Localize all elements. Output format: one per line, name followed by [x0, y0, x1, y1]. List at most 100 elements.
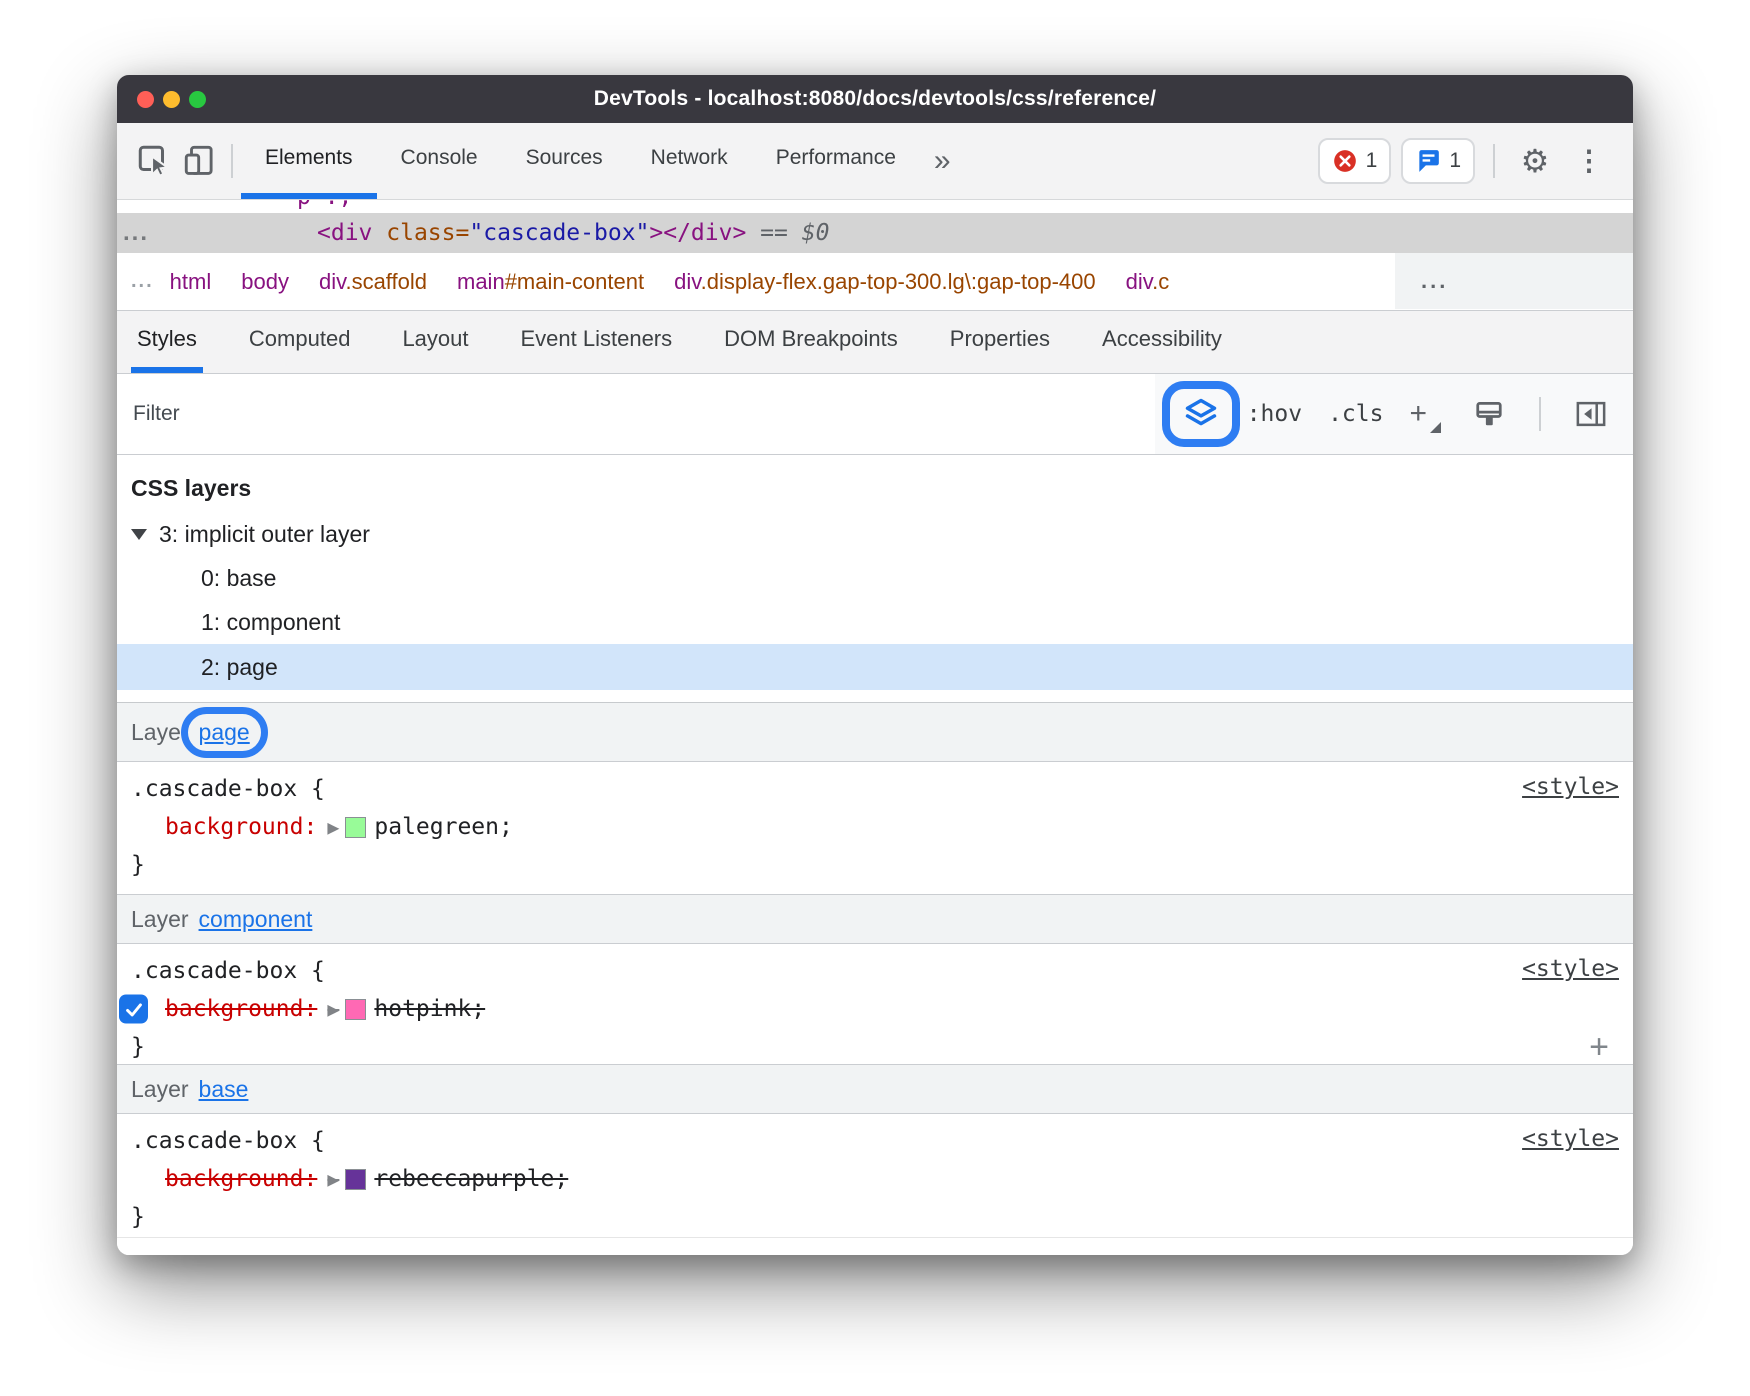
new-style-rule-button[interactable]: + [1409, 397, 1441, 431]
tab-sources[interactable]: Sources [502, 123, 627, 199]
window-title: DevTools - localhost:8080/docs/devtools/… [117, 87, 1633, 111]
breadcrumb-item-cascade[interactable]: div.c [1126, 269, 1170, 295]
dropdown-corner-icon [1430, 422, 1441, 433]
section-header-layer-base: Layer base [117, 1064, 1633, 1114]
add-property-button[interactable]: + [1589, 1030, 1609, 1064]
expander-triangle-icon[interactable] [131, 529, 147, 540]
section-header-layer-page: Layer page [117, 703, 1633, 762]
tab-network[interactable]: Network [627, 123, 752, 199]
toolbar-separator [231, 144, 233, 178]
console-errors-badge[interactable]: 1 [1318, 138, 1392, 184]
inspect-element-button[interactable] [131, 123, 177, 199]
style-source-link[interactable]: <style> [1522, 774, 1619, 800]
device-toolbar-button[interactable] [177, 123, 223, 199]
style-rule-layer-component: <style> .cascade-box { background: ▶ hot… [117, 944, 1633, 1064]
tab-styles[interactable]: Styles [131, 311, 203, 373]
section-header-layer-component: Layer component [117, 894, 1633, 944]
rule-close-brace: } [131, 1204, 145, 1230]
issues-badge[interactable]: 1 [1401, 138, 1475, 184]
dock-sidebar-button[interactable] [1569, 392, 1613, 436]
tab-elements[interactable]: Elements [241, 123, 377, 199]
property-enabled-checkbox[interactable] [119, 995, 148, 1024]
breadcrumb-item-display-flex[interactable]: div.display-flex.gap-top-300.lg\:gap-top… [674, 269, 1096, 295]
clipped-code-fragment: p ., [297, 200, 352, 210]
layer-tree-root[interactable]: 3: implicit outer layer [117, 512, 1633, 556]
layer-tree-item-component[interactable]: 1: component [117, 600, 1633, 644]
rule-selector[interactable]: .cascade-box { [131, 1128, 325, 1154]
layers-icon [1183, 396, 1219, 432]
tab-computed[interactable]: Computed [243, 311, 357, 373]
property-name-overridden[interactable]: background: [165, 996, 317, 1022]
tab-layout[interactable]: Layout [396, 311, 474, 373]
expand-value-arrow-icon[interactable]: ▶ [327, 997, 339, 1021]
layer-tree-item-base[interactable]: 0: base [117, 556, 1633, 600]
chevron-right-double-icon: » [934, 144, 951, 178]
more-tabs-button[interactable]: » [920, 123, 965, 199]
tab-dom-breakpoints[interactable]: DOM Breakpoints [718, 311, 904, 373]
layer-tree-item-page[interactable]: 2: page [117, 644, 1633, 690]
property-value-overridden[interactable]: rebeccapurple; [374, 1166, 568, 1192]
tag-close-token: ></div> [649, 220, 746, 246]
css-layers-toggle-button[interactable] [1181, 394, 1221, 434]
property-name-overridden[interactable]: background: [165, 1166, 317, 1192]
layer-label: Layer [131, 719, 189, 746]
color-swatch-palegreen[interactable] [345, 817, 366, 838]
tab-properties[interactable]: Properties [944, 311, 1056, 373]
devtools-window: DevTools - localhost:8080/docs/devtools/… [117, 75, 1633, 1255]
toolbar-right-cluster: 1 1 ⚙︎ ⋮ [1318, 123, 1611, 199]
layer-base-link[interactable]: base [199, 1076, 249, 1103]
settings-button[interactable]: ⚙︎ [1513, 139, 1557, 183]
rendering-emulation-button[interactable] [1467, 392, 1511, 436]
styles-pane-tab-strip: Styles Computed Layout Event Listeners D… [117, 311, 1633, 374]
element-classes-button[interactable]: .cls [1328, 401, 1383, 427]
error-icon [1332, 148, 1358, 174]
checkmark-icon [123, 998, 145, 1020]
style-source-link[interactable]: <style> [1522, 1126, 1619, 1152]
filter-input[interactable] [117, 374, 1155, 454]
expand-value-arrow-icon[interactable]: ▶ [327, 815, 339, 839]
tab-label: Elements [265, 146, 353, 170]
breadcrumb-overflow-panel: ... [1395, 253, 1633, 309]
zoom-window-button[interactable] [189, 91, 206, 108]
rule-selector[interactable]: .cascade-box { [131, 776, 325, 802]
device-toolbar-icon [183, 144, 217, 178]
css-layers-pane: CSS layers 3: implicit outer layer 0: ba… [117, 455, 1633, 703]
breadcrumb-overflow-right[interactable]: ... [1421, 268, 1448, 294]
more-actions-ellipsis[interactable]: ... [123, 219, 149, 247]
customize-devtools-button[interactable]: ⋮ [1567, 139, 1611, 183]
property-value[interactable]: palegreen; [374, 814, 512, 840]
breadcrumb-item-html[interactable]: html [170, 269, 212, 295]
style-rule-layer-base: <style> .cascade-box { background: ▶ reb… [117, 1114, 1633, 1238]
window-controls [137, 75, 206, 123]
layer-page-link[interactable]: page [199, 719, 250, 745]
minimize-window-button[interactable] [163, 91, 180, 108]
property-value-overridden[interactable]: hotpink; [374, 996, 485, 1022]
tab-label: Console [401, 146, 478, 170]
rule-selector[interactable]: .cascade-box { [131, 958, 325, 984]
console-var-ref: $0 [802, 220, 830, 246]
tab-performance[interactable]: Performance [752, 123, 920, 199]
color-swatch-rebeccapurple[interactable] [345, 1169, 366, 1190]
style-source-link[interactable]: <style> [1522, 956, 1619, 982]
paintbrush-icon [1474, 399, 1504, 429]
tab-accessibility[interactable]: Accessibility [1096, 311, 1228, 373]
breadcrumb-item-main-content[interactable]: main#main-content [457, 269, 644, 295]
dom-tree-clipped-row: p ., [117, 200, 1633, 213]
tab-event-listeners[interactable]: Event Listeners [515, 311, 679, 373]
tab-label: Performance [776, 146, 896, 170]
breadcrumb-item-body[interactable]: body [241, 269, 289, 295]
breadcrumb-overflow-left[interactable]: ... [131, 270, 154, 293]
dom-selected-element-row[interactable]: ... <div class="cascade-box"></div> == $… [117, 213, 1633, 253]
tag-open-token: <div [317, 220, 386, 246]
expand-value-arrow-icon[interactable]: ▶ [327, 1167, 339, 1191]
filter-separator [1539, 397, 1541, 431]
property-name[interactable]: background: [165, 814, 317, 840]
color-swatch-hotpink[interactable] [345, 999, 366, 1020]
breadcrumb-item-scaffold[interactable]: div.scaffold [319, 269, 427, 295]
toggle-element-state-button[interactable]: :hov [1247, 401, 1302, 427]
tab-console[interactable]: Console [377, 123, 502, 199]
tab-label: Sources [526, 146, 603, 170]
layer-tree-root-label: 3: implicit outer layer [159, 521, 370, 548]
close-window-button[interactable] [137, 91, 154, 108]
layer-component-link[interactable]: component [199, 906, 313, 933]
